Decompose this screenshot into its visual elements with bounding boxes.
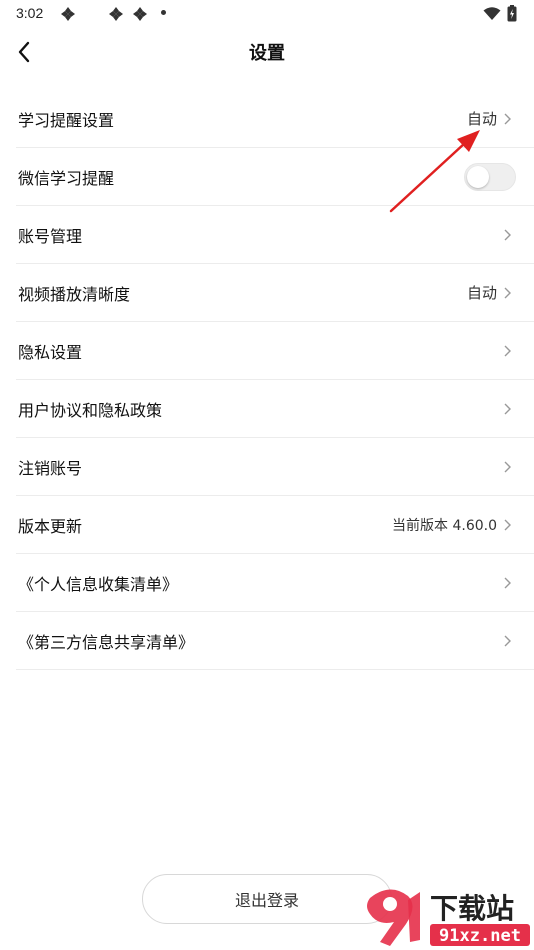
- row-study-reminder[interactable]: 学习提醒设置 自动: [16, 90, 534, 148]
- row-label: 账号管理: [18, 226, 83, 246]
- logout-label: 退出登录: [234, 891, 299, 910]
- row-personal-info-list[interactable]: 《个人信息收集清单》: [16, 554, 534, 612]
- wechat-reminder-toggle[interactable]: [464, 162, 516, 191]
- chevron-right-icon: [504, 519, 511, 530]
- row-label: 版本更新: [18, 516, 83, 536]
- notification-dot: [161, 10, 166, 15]
- page-title: 设置: [249, 43, 285, 64]
- row-label: 《个人信息收集清单》: [18, 574, 179, 594]
- chevron-right-icon: [504, 461, 511, 472]
- chevron-right-icon: [504, 635, 511, 646]
- app-notification-icon: [133, 7, 147, 21]
- row-version-update[interactable]: 版本更新 当前版本 4.60.0: [16, 496, 534, 554]
- row-label: 注销账号: [18, 458, 83, 478]
- version-value: 当前版本 4.60.0: [392, 517, 497, 534]
- row-label: 用户协议和隐私政策: [18, 400, 163, 420]
- app-notification-icon: [109, 7, 123, 21]
- row-privacy-settings[interactable]: 隐私设置: [16, 322, 534, 380]
- watermark-brand: 下载站: [430, 892, 514, 925]
- logout-button[interactable]: 退出登录: [142, 874, 392, 924]
- chevron-right-icon: [504, 345, 511, 356]
- row-label: 《第三方信息共享清单》: [18, 632, 195, 652]
- row-wechat-reminder: 微信学习提醒: [16, 148, 534, 206]
- watermark-domain: 91xz.net: [439, 926, 521, 946]
- row-value: 自动: [466, 284, 497, 302]
- chevron-right-icon: [504, 577, 511, 588]
- row-label: 隐私设置: [18, 342, 83, 362]
- row-user-agreement[interactable]: 用户协议和隐私政策: [16, 380, 534, 438]
- settings-list: 学习提醒设置 自动 微信学习提醒 账号管理 视频播放清晰度 自动 隐私设置 用户…: [16, 90, 534, 670]
- row-label: 学习提醒设置: [18, 110, 115, 130]
- row-video-quality[interactable]: 视频播放清晰度 自动: [16, 264, 534, 322]
- chevron-right-icon: [504, 113, 511, 124]
- chevron-right-icon: [504, 287, 511, 298]
- row-account-management[interactable]: 账号管理: [16, 206, 534, 264]
- status-bar: 3:02: [0, 0, 534, 28]
- app-notification-icon: [61, 7, 75, 21]
- wifi-icon: [483, 7, 501, 20]
- row-third-party-share-list[interactable]: 《第三方信息共享清单》: [16, 612, 534, 670]
- row-label: 视频播放清晰度: [18, 284, 131, 304]
- toggle-knob: [467, 165, 489, 188]
- row-value: 自动: [466, 110, 497, 128]
- header: 设置: [0, 28, 534, 76]
- chevron-right-icon: [504, 229, 511, 240]
- chevron-right-icon: [504, 403, 511, 414]
- row-delete-account[interactable]: 注销账号: [16, 438, 534, 496]
- row-label: 微信学习提醒: [18, 168, 115, 188]
- status-time: 3:02: [16, 5, 44, 21]
- battery-icon: [507, 5, 517, 22]
